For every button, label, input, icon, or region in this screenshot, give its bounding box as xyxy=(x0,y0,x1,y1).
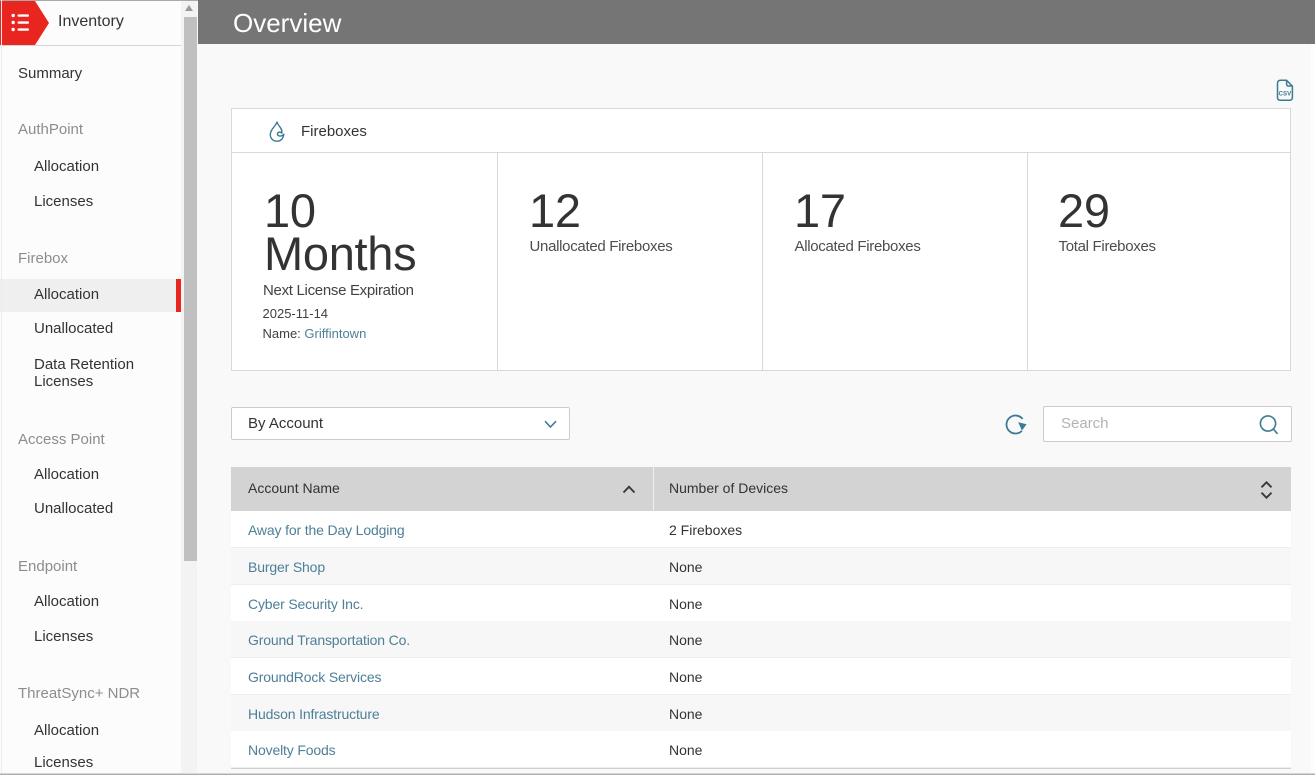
svg-text:CSV: CSV xyxy=(1279,91,1293,98)
